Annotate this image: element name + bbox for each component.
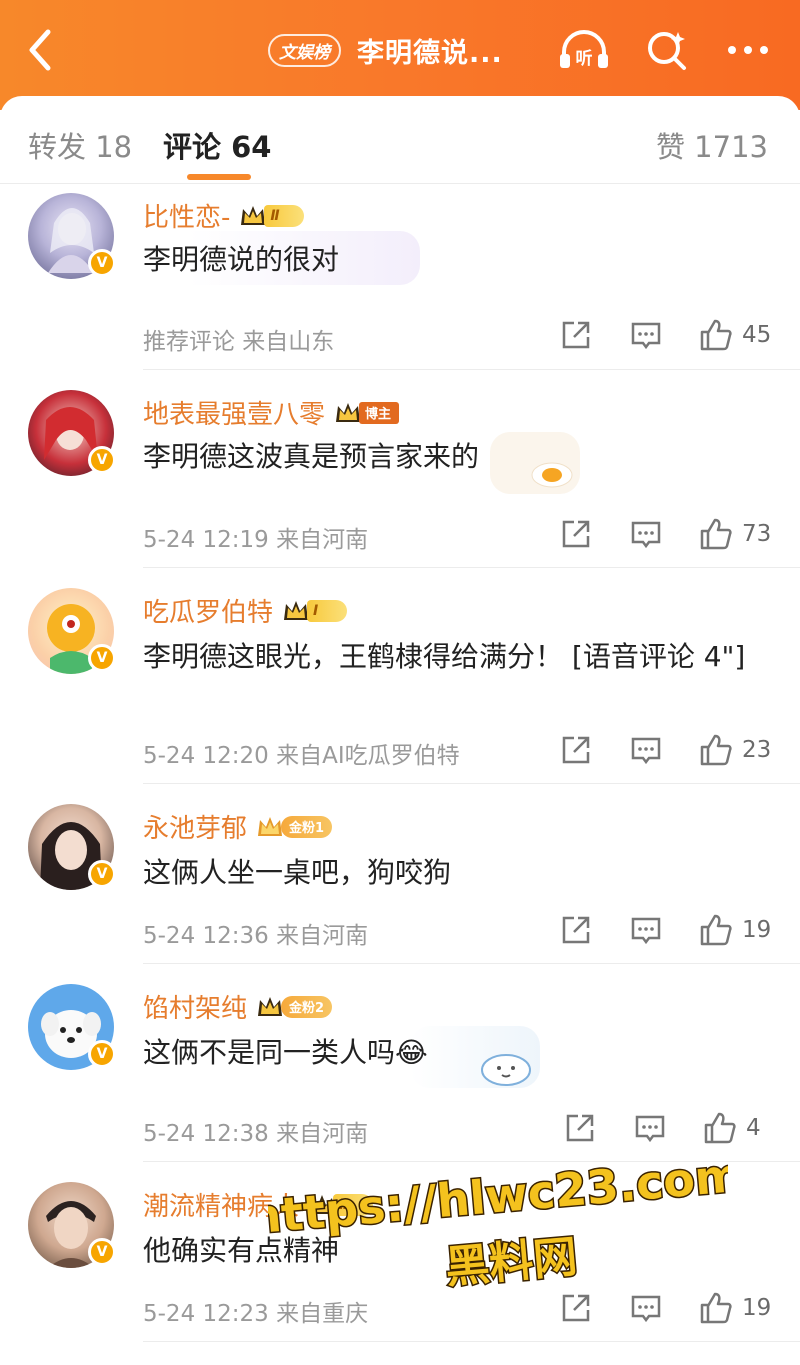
avatar[interactable]: V — [28, 984, 116, 1070]
like-icon[interactable] — [696, 315, 736, 355]
verified-icon: V — [88, 249, 116, 277]
reply-icon[interactable] — [630, 1108, 670, 1148]
listen-icon[interactable]: 听 — [556, 26, 612, 74]
verified-icon: V — [88, 644, 116, 672]
share-icon[interactable] — [556, 514, 596, 554]
like-icon[interactable] — [696, 910, 736, 950]
avatar[interactable]: V — [28, 1182, 116, 1268]
reply-icon[interactable] — [626, 910, 666, 950]
member-badge[interactable]: Ⅱ — [238, 203, 305, 229]
svg-text:听: 听 — [576, 48, 593, 69]
ranking-tag: 文娱榜 — [268, 33, 341, 67]
comment-meta: 5-24 12:36 来自河南 — [143, 923, 369, 949]
top-nav-bar: 文娱榜 李明德说... 听 — [0, 0, 800, 110]
level-badge: Ⅱ — [264, 204, 305, 227]
page-title: 李明德说... — [357, 37, 503, 69]
member-badge[interactable]: 博主 — [333, 400, 400, 426]
like-count: 73 — [742, 521, 772, 547]
username[interactable]: 馅村架纯 — [143, 988, 247, 1025]
like-icon[interactable] — [696, 514, 736, 554]
blogger-badge: 博主 — [359, 401, 400, 424]
comment-text: 李明德这波真是预言家来的 — [143, 440, 480, 473]
reply-icon[interactable] — [626, 730, 666, 770]
like-icon[interactable] — [696, 730, 736, 770]
like-count: 19 — [742, 917, 772, 943]
like-icon[interactable] — [700, 1108, 740, 1148]
level-badge: Ⅰ — [307, 599, 348, 622]
comment-item: V 馅村架纯 金粉2 这俩不是同一类人吗😂 5-24 12:38 来自河南 4 — [0, 964, 800, 1162]
tab-forwards[interactable]: 转发 18 — [28, 124, 132, 166]
tab-likes[interactable]: 赞 1713 — [656, 124, 768, 166]
comment-item: V 吃瓜罗伯特 Ⅰ 李明德这眼光，王鹤棣得给满分！ [语音评论 4"] 5-24… — [0, 568, 800, 784]
back-arrow-icon[interactable] — [22, 26, 62, 74]
divider — [143, 1341, 800, 1342]
comment-text: 这俩不是同一类人吗😂 — [143, 1036, 428, 1069]
member-badge[interactable]: 金粉1 — [255, 814, 333, 840]
comment-item: V 地表最强壹八零 博主 李明德这波真是预言家来的 5-24 12:19 来自河… — [0, 370, 800, 568]
reply-icon[interactable] — [626, 514, 666, 554]
verified-icon: V — [88, 446, 116, 474]
more-options-icon[interactable] — [722, 26, 778, 74]
watermark-overlay: https://hlwc23.com 黑料网 — [268, 1150, 728, 1295]
username[interactable]: 永池芽郁 — [143, 808, 247, 845]
tab-comments[interactable]: 评论 64 — [163, 124, 271, 166]
reply-icon[interactable] — [626, 315, 666, 355]
avatar[interactable]: V — [28, 193, 116, 279]
avatar[interactable]: V — [28, 804, 116, 890]
comment-meta: 5-24 12:20 来自AI吃瓜罗伯特 — [143, 743, 460, 769]
comment-item: V 比性恋- Ⅱ 李明德说的很对 推荐评论 来自山东 45 — [0, 185, 800, 370]
comment-meta: 推荐评论 来自山东 — [143, 329, 335, 355]
tab-bar: 转发 18 评论 64 赞 1713 — [0, 96, 800, 184]
comment-text: 李明德这眼光，王鹤棣得给满分！ [语音评论 4"] — [143, 640, 746, 673]
share-icon[interactable] — [560, 1108, 600, 1148]
comment-meta: 5-24 12:19 来自河南 — [143, 527, 369, 553]
avatar[interactable]: V — [28, 588, 116, 674]
verified-icon: V — [88, 1040, 116, 1068]
username[interactable]: 吃瓜罗伯特 — [143, 592, 273, 629]
fan-badge: 金粉2 — [281, 995, 333, 1018]
avatar[interactable]: V — [28, 390, 116, 476]
member-badge[interactable]: 金粉2 — [255, 994, 333, 1020]
search-icon[interactable] — [640, 26, 696, 74]
comment-text: 李明德说的很对 — [143, 243, 340, 276]
share-icon[interactable] — [556, 315, 596, 355]
share-icon[interactable] — [556, 730, 596, 770]
comment-item: V 永池芽郁 金粉1 这俩人坐一桌吧，狗咬狗 5-24 12:36 来自河南 1… — [0, 784, 800, 964]
verified-icon: V — [88, 860, 116, 888]
comment-meta: 5-24 12:38 来自河南 — [143, 1121, 369, 1147]
like-count: 45 — [742, 322, 772, 348]
header-title-group[interactable]: 文娱榜 李明德说... — [268, 32, 503, 69]
active-tab-indicator — [187, 174, 251, 180]
like-count: 4 — [746, 1115, 761, 1141]
fan-badge: 金粉1 — [281, 815, 333, 838]
share-icon[interactable] — [556, 910, 596, 950]
username[interactable]: 比性恋- — [143, 197, 230, 234]
username[interactable]: 地表最强壹八零 — [143, 394, 325, 431]
member-badge[interactable]: Ⅰ — [281, 598, 348, 624]
verified-icon: V — [88, 1238, 116, 1266]
comment-text: 这俩人坐一桌吧，狗咬狗 — [143, 856, 452, 889]
like-count: 19 — [742, 1295, 772, 1321]
like-count: 23 — [742, 737, 772, 763]
watermark-url: https://hlwc23.com — [268, 1150, 728, 1245]
watermark-site-name: 黑料网 — [443, 1231, 579, 1293]
